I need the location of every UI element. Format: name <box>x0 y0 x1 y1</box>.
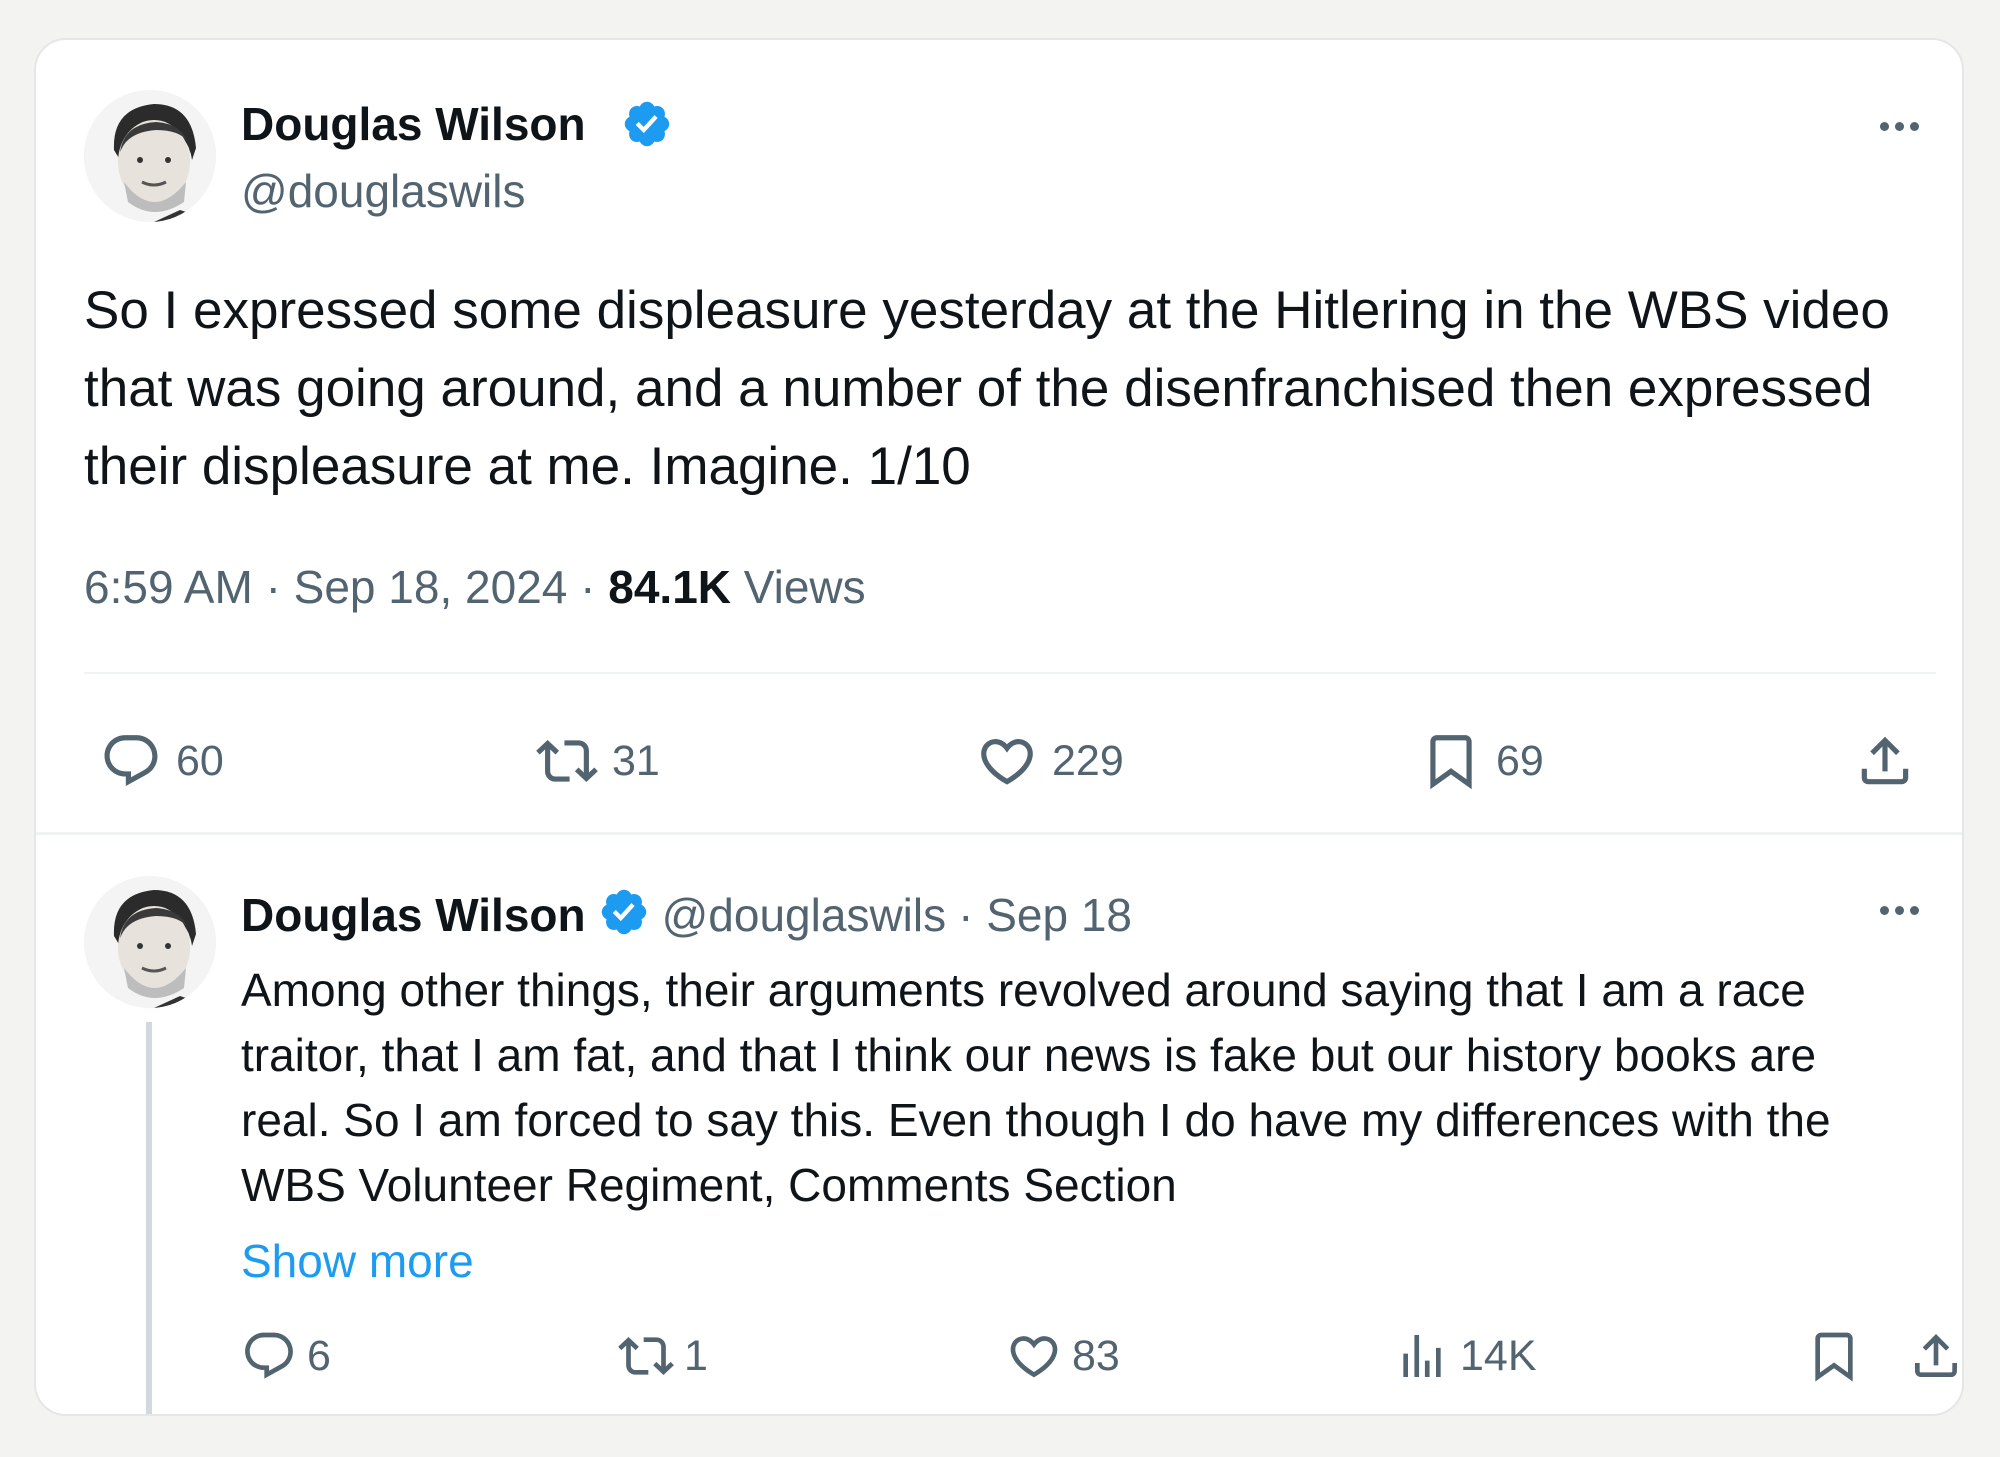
reply-icon <box>100 730 162 792</box>
retweet-count: 1 <box>684 1331 708 1380</box>
divider <box>36 832 1962 835</box>
like-button[interactable]: 229 <box>976 730 1124 792</box>
bookmark-icon <box>1420 730 1482 792</box>
tweet-text: So I expressed some displeasure yesterda… <box>84 281 1890 496</box>
retweet-icon <box>536 730 598 792</box>
bookmark-button[interactable]: 69 <box>1420 730 1544 792</box>
views-count: 84.1K <box>608 561 731 613</box>
verified-badge-icon <box>598 886 650 943</box>
more-icon[interactable] <box>1880 122 1919 131</box>
reply-text: Among other things, their arguments revo… <box>241 964 1831 1211</box>
tweet-card: Douglas Wilson @douglaswils So I express… <box>34 38 1964 1416</box>
bookmark-icon <box>1806 1328 1862 1384</box>
bookmark-count: 69 <box>1496 736 1544 785</box>
share-button[interactable] <box>1908 1328 1962 1384</box>
author-handle[interactable]: @douglaswils <box>241 168 526 214</box>
verified-badge-icon <box>621 98 673 155</box>
like-count: 229 <box>1052 736 1124 785</box>
bookmark-button[interactable] <box>1806 1328 1862 1384</box>
like-button[interactable]: 83 <box>1006 1328 1120 1384</box>
reply-author-handle[interactable]: @douglaswils <box>662 892 947 938</box>
retweet-count: 31 <box>612 736 660 785</box>
author-name[interactable]: Douglas Wilson <box>241 101 586 147</box>
retweet-icon <box>618 1328 674 1384</box>
author-avatar[interactable] <box>84 90 216 222</box>
reply-button[interactable]: 60 <box>100 730 224 792</box>
more-icon[interactable] <box>1880 906 1919 915</box>
views-icon <box>1394 1328 1450 1384</box>
like-icon <box>1006 1328 1062 1384</box>
views-label: Views <box>743 561 866 613</box>
tweet-time[interactable]: 6:59 AM <box>84 561 253 613</box>
reply-count: 6 <box>307 1331 331 1380</box>
tweet-meta: 6:59 AM · Sep 18, 2024 · 84.1K Views <box>84 564 866 610</box>
views-count: 14K <box>1460 1331 1537 1380</box>
share-button[interactable] <box>1854 730 1916 792</box>
retweet-button[interactable]: 1 <box>618 1328 708 1384</box>
separator: · <box>265 561 281 613</box>
reply-icon <box>241 1328 297 1384</box>
retweet-button[interactable]: 31 <box>536 730 660 792</box>
separator: · <box>580 561 596 613</box>
share-icon <box>1908 1328 1962 1384</box>
tweet-date[interactable]: Sep 18, 2024 <box>294 561 568 613</box>
views-button[interactable]: 14K <box>1394 1328 1537 1384</box>
reply-header: Douglas Wilson @douglaswils · Sep 18 <box>241 886 1132 943</box>
like-icon <box>976 730 1038 792</box>
like-count: 83 <box>1072 1331 1120 1380</box>
reply-button[interactable]: 6 <box>241 1328 331 1384</box>
reply-count: 60 <box>176 736 224 785</box>
reply-author-avatar[interactable] <box>84 876 216 1008</box>
thread-line <box>146 1022 152 1414</box>
reply-author-name[interactable]: Douglas Wilson <box>241 892 586 938</box>
divider <box>84 672 1936 674</box>
show-more-link[interactable]: Show more <box>241 1238 474 1284</box>
share-icon <box>1854 730 1916 792</box>
reply-date[interactable]: · Sep 18 <box>958 892 1132 938</box>
